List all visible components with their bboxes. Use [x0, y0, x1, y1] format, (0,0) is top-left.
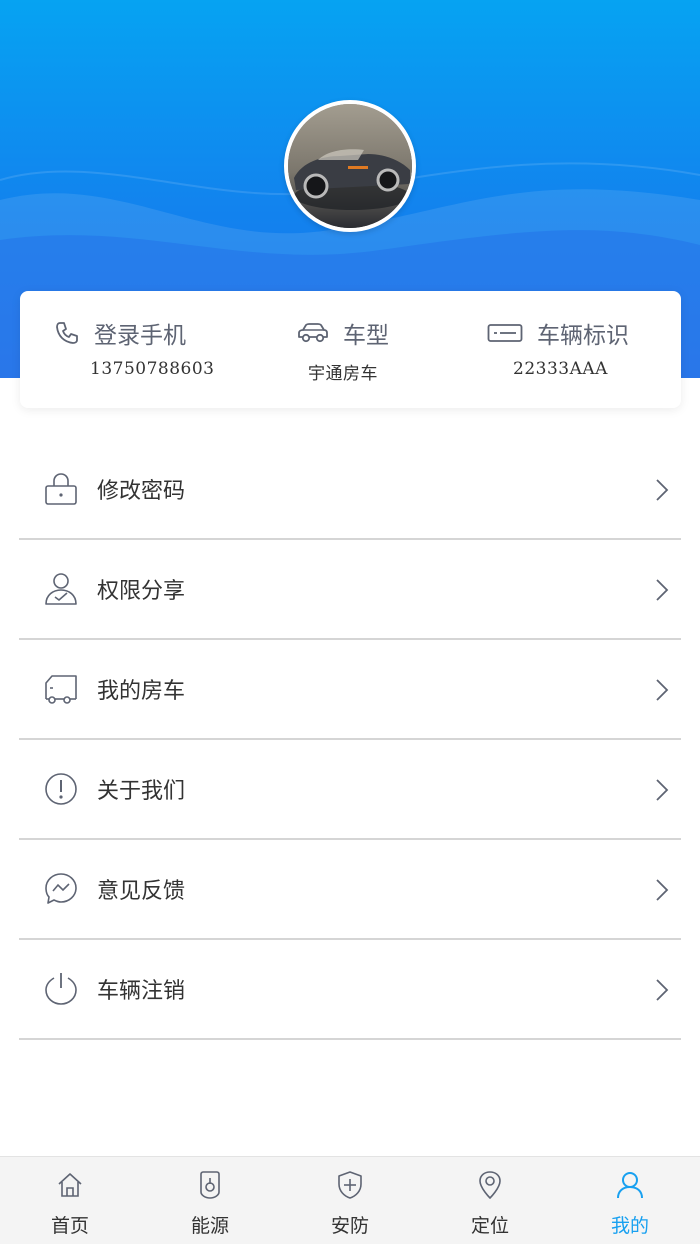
location-icon	[475, 1169, 505, 1201]
phone-icon	[56, 322, 78, 344]
tab-label: 能源	[190, 1215, 229, 1237]
tab-label: 首页	[50, 1215, 89, 1237]
tab-location[interactable]: 定位	[420, 1157, 560, 1244]
model-value: 宇通房车	[308, 364, 378, 384]
plate-title-label: 车辆标识	[537, 323, 629, 349]
menu-item-vehicle-deregister[interactable]: 车辆注销	[19, 940, 681, 1040]
tab-label: 我的	[610, 1215, 649, 1237]
chevron-right-icon	[656, 979, 669, 1001]
user-share-icon	[41, 569, 81, 609]
vehicle-info-card: 登录手机 13750788603 车型 宇通房车 车辆标识 22333AAA	[20, 291, 681, 408]
menu-item-about-us[interactable]: 关于我们	[19, 740, 681, 840]
energy-icon	[195, 1169, 225, 1201]
phone-value: 13750788603	[90, 359, 215, 379]
menu-label: 权限分享	[97, 579, 186, 604]
tab-profile[interactable]: 我的	[560, 1157, 700, 1244]
menu-item-change-password[interactable]: 修改密码	[19, 440, 681, 540]
menu-item-permission-share[interactable]: 权限分享	[19, 540, 681, 640]
chevron-right-icon	[656, 679, 669, 701]
profile-icon	[615, 1169, 645, 1201]
power-icon	[41, 969, 81, 1009]
model-title-label: 车型	[343, 323, 389, 349]
card-icon	[487, 324, 523, 342]
message-icon	[41, 869, 81, 909]
phone-title-label: 登录手机	[94, 323, 186, 349]
tab-label: 定位	[470, 1215, 509, 1237]
menu-label: 我的房车	[97, 679, 186, 704]
tab-home[interactable]: 首页	[0, 1157, 140, 1244]
shield-icon	[335, 1169, 365, 1201]
menu-label: 关于我们	[97, 779, 186, 804]
car-avatar-image	[288, 104, 412, 228]
home-icon	[55, 1169, 85, 1201]
info-icon	[41, 769, 81, 809]
settings-menu: 修改密码 权限分享 我的房车 关于我们 意见反馈 车辆注销	[0, 440, 700, 1040]
tab-label: 安防	[330, 1215, 369, 1237]
tab-security[interactable]: 安防	[280, 1157, 420, 1244]
menu-label: 车辆注销	[97, 979, 186, 1004]
lock-icon	[41, 469, 81, 509]
chevron-right-icon	[656, 879, 669, 901]
rv-icon	[41, 669, 81, 709]
menu-label: 意见反馈	[97, 879, 186, 904]
menu-label: 修改密码	[97, 479, 186, 504]
tab-energy[interactable]: 能源	[140, 1157, 280, 1244]
menu-item-feedback[interactable]: 意见反馈	[19, 840, 681, 940]
plate-value: 22333AAA	[513, 359, 608, 379]
chevron-right-icon	[656, 779, 669, 801]
bottom-tab-bar: 首页 能源 安防 定位 我的	[0, 1156, 700, 1244]
car-icon	[298, 323, 328, 343]
plate-title: 车辆标识	[487, 318, 629, 349]
phone-title: 登录手机	[54, 318, 186, 349]
menu-item-my-rv[interactable]: 我的房车	[19, 640, 681, 740]
chevron-right-icon	[656, 479, 669, 501]
user-avatar[interactable]	[284, 100, 416, 232]
model-title: 车型	[297, 318, 389, 349]
chevron-right-icon	[656, 579, 669, 601]
